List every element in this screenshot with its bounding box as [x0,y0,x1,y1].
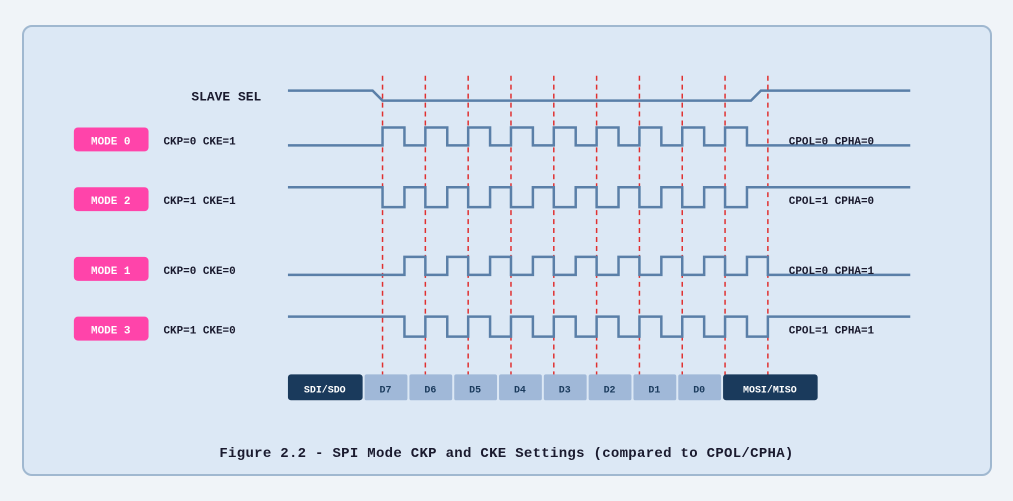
mode0-params: CKP=0 CKE=1 [163,136,236,148]
d0-label: D0 [693,384,705,395]
mode2-params: CKP=1 CKE=1 [163,196,236,208]
slave-sel-label: SLAVE SEL [191,90,261,105]
mode1-label: MODE 1 [91,266,131,278]
mode2-right: CPOL=1 CPHA=0 [788,196,873,208]
mosi-miso-label: MOSI/MISO [743,384,797,395]
mode0-label: MODE 0 [91,136,130,148]
mode3-params: CKP=1 CKE=0 [163,326,235,338]
d6-label: D6 [424,384,436,395]
d5-label: D5 [469,384,481,395]
d4-label: D4 [513,384,525,395]
timing-diagram: SLAVE SEL MODE 0 CKP=0 CKE=1 CPOL=0 CPHA… [44,45,970,435]
figure-caption: Figure 2.2 - SPI Mode CKP and CKE Settin… [44,446,970,462]
d2-label: D2 [603,384,615,395]
mode3-right: CPOL=1 CPHA=1 [788,326,874,338]
mode1-right: CPOL=0 CPHA=1 [788,266,874,278]
d7-label: D7 [379,384,391,395]
diagram-container: SLAVE SEL MODE 0 CKP=0 CKE=1 CPOL=0 CPHA… [22,25,992,476]
mode2-label: MODE 2 [91,196,130,208]
mode1-params: CKP=0 CKE=0 [163,266,235,278]
sdi-sdo-label: SDI/SDO [303,384,345,395]
mode0-right: CPOL=0 CPHA=0 [788,136,873,148]
d3-label: D3 [558,384,570,395]
mode3-label: MODE 3 [91,326,131,338]
d1-label: D1 [648,384,660,395]
